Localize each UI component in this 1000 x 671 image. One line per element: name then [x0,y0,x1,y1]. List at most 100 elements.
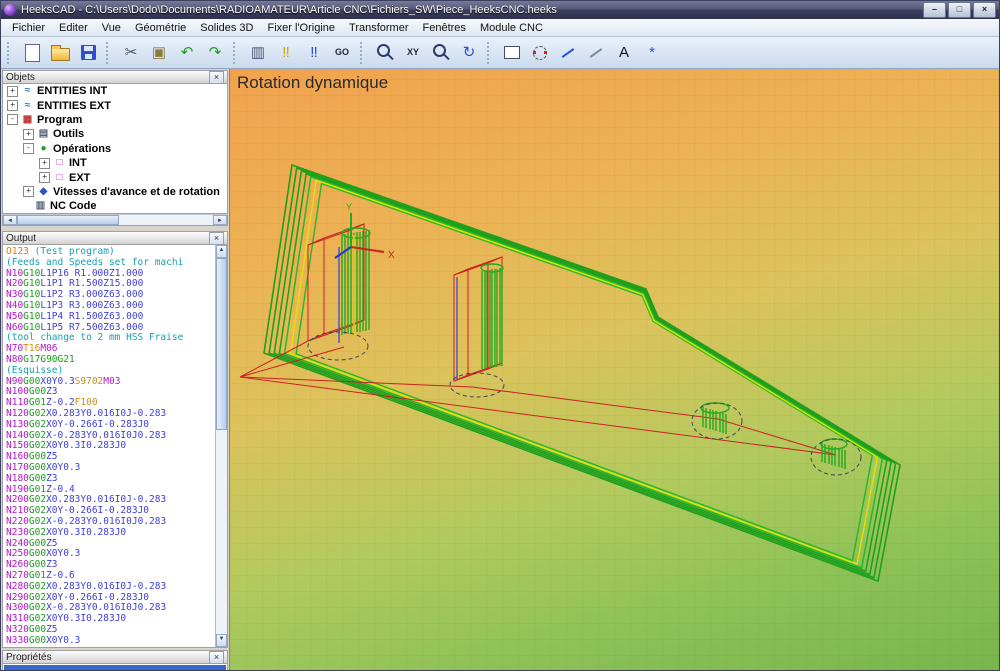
zoom-extents-icon[interactable] [371,39,399,67]
toolbar-grip [360,42,365,64]
window-controls: –□× [923,2,996,18]
speeds-check-icon[interactable]: ‼ [272,39,300,67]
save-icon[interactable] [74,39,102,67]
menu-item-solides-3d[interactable]: Solides 3D [193,21,260,35]
expander-icon[interactable]: + [39,172,50,183]
axis-y-label: Y [346,202,352,212]
menu-item-vue[interactable]: Vue [95,21,128,35]
close-button[interactable]: × [973,2,996,18]
app-icon [4,4,16,16]
profile-icon: □ [53,173,66,183]
entities-icon: ≈ [21,86,34,96]
cut-icon[interactable]: ✂ [117,39,145,67]
properties-selected-row[interactable] [4,665,226,671]
tree-item-ext[interactable]: +□EXT [3,170,227,184]
tools-list-icon[interactable]: ▥ [244,39,272,67]
view-xy-icon[interactable]: XY [399,39,427,67]
gcode-output-text: O123 (Test program)(Feeds and Speeds set… [6,247,214,647]
gcode-output-area[interactable]: O123 (Test program)(Feeds and Speeds set… [2,245,228,648]
tree-item-operations[interactable]: -●Opérations [3,142,227,156]
scroll-up-button[interactable]: ▲ [216,245,227,258]
expander-icon[interactable]: + [7,100,18,111]
expander-icon[interactable]: - [7,114,18,125]
properties-panel-close-button[interactable]: × [209,651,224,664]
toolbar-grip [106,42,111,64]
menu-bar: FichierEditerVueGéométrieSolides 3DFixer… [1,19,999,37]
expander-icon[interactable]: + [23,186,34,197]
tree-item-int[interactable]: +□INT [3,156,227,170]
tree-item-outils[interactable]: +▤Outils [3,127,227,141]
menu-item-transformer[interactable]: Transformer [342,21,416,35]
paste-icon[interactable]: ▣ [145,39,173,67]
line-tool-icon[interactable] [554,39,582,67]
properties-panel-title: Propriétés [6,652,52,663]
window-title: HeeksCAD - C:\Users\Dodo\Documents\RADIO… [21,4,923,16]
profile-icon: □ [53,158,66,168]
scroll-thumb[interactable] [216,258,227,430]
speeds-icon: ◆ [37,187,50,197]
text-tool-icon[interactable]: A [610,39,638,67]
minimize-button[interactable]: – [923,2,946,18]
tree-item-program[interactable]: -▦Program [3,113,227,127]
output-panel-close-button[interactable]: × [209,232,224,245]
menu-item-module-cnc[interactable]: Module CNC [473,21,550,35]
menu-item-editer[interactable]: Editer [52,21,95,35]
nc-code-icon: ▥ [34,201,47,211]
scroll-down-button[interactable]: ▼ [216,634,227,647]
tree-item-vitesses-d-avance-et-de-rotation[interactable]: +◆Vitesses d'avance et de rotation [3,185,227,199]
expander-icon[interactable]: - [23,143,34,154]
toolpath-contours [264,165,900,581]
undo-icon[interactable]: ↶ [173,39,201,67]
operations-check-icon[interactable]: ‼ [300,39,328,67]
menu-item-fichier[interactable]: Fichier [5,21,52,35]
left-sidebar: Objets × +≈ENTITIES INT+≈ENTITIES EXT-▦P… [1,69,229,671]
new-file-icon[interactable] [18,39,46,67]
output-panel: Output × O123 (Test program)(Feeds and S… [2,231,228,648]
construction-line-icon[interactable] [582,39,610,67]
tree-item-nc-code[interactable]: ▥NC Code [3,199,227,213]
expander-icon[interactable]: + [23,129,34,140]
menu-item-geometrie[interactable]: Géométrie [128,21,193,35]
viewport-mode-label: Rotation dynamique [237,73,388,93]
tree-item-entities-ext[interactable]: +≈ENTITIES EXT [3,98,227,112]
menu-item-fixer-l-origine[interactable]: Fixer l'Origine [261,21,343,35]
objects-panel-close-button[interactable]: × [209,71,224,84]
toolbar-grip [487,42,492,64]
menu-item-fenetres[interactable]: Fenêtres [416,21,473,35]
output-panel-title: Output [6,233,36,244]
properties-panel: Propriétés × [2,650,228,671]
expander-icon[interactable]: + [39,158,50,169]
viewport-3d[interactable]: Rotation dynamique [229,69,1000,671]
expander-icon[interactable]: + [7,86,18,97]
model-drawing: Y X [230,69,1000,671]
properties-panel-header[interactable]: Propriétés × [2,650,228,664]
operations-icon: ● [37,144,50,154]
objects-panel-header[interactable]: Objets × [2,70,228,84]
output-panel-header[interactable]: Output × [2,231,228,245]
zoom-window-icon[interactable] [427,39,455,67]
rotate-view-icon[interactable]: ↻ [455,39,483,67]
objects-hscrollbar[interactable]: ◄ ► [2,214,228,226]
gcode-line: N330G00X0Y0.3 [6,636,214,647]
select-points-icon[interactable] [526,39,554,67]
toolbar-grip [233,42,238,64]
tools-icon: ▤ [37,129,50,139]
scroll-thumb[interactable] [17,215,119,225]
postprocess-icon[interactable]: GO [328,39,356,67]
properties-grid [2,664,228,671]
program-icon: ▦ [21,115,34,125]
tree-item-entities-int[interactable]: +≈ENTITIES INT [3,84,227,98]
redo-icon[interactable]: ↷ [201,39,229,67]
point-tool-icon[interactable]: * [638,39,666,67]
title-bar[interactable]: HeeksCAD - C:\Users\Dodo\Documents\RADIO… [1,1,999,19]
objects-panel: Objets × +≈ENTITIES INT+≈ENTITIES EXT-▦P… [2,70,228,226]
maximize-button[interactable]: □ [948,2,971,18]
open-file-icon[interactable] [46,39,74,67]
scroll-right-button[interactable]: ► [213,215,227,225]
objects-tree: +≈ENTITIES INT+≈ENTITIES EXT-▦Program+▤O… [2,84,228,214]
scroll-left-button[interactable]: ◄ [3,215,17,225]
output-vscrollbar[interactable]: ▲ ▼ [215,245,227,647]
objects-panel-title: Objets [6,72,35,83]
select-box-icon[interactable] [498,39,526,67]
pocket-hatch-left [342,228,370,335]
